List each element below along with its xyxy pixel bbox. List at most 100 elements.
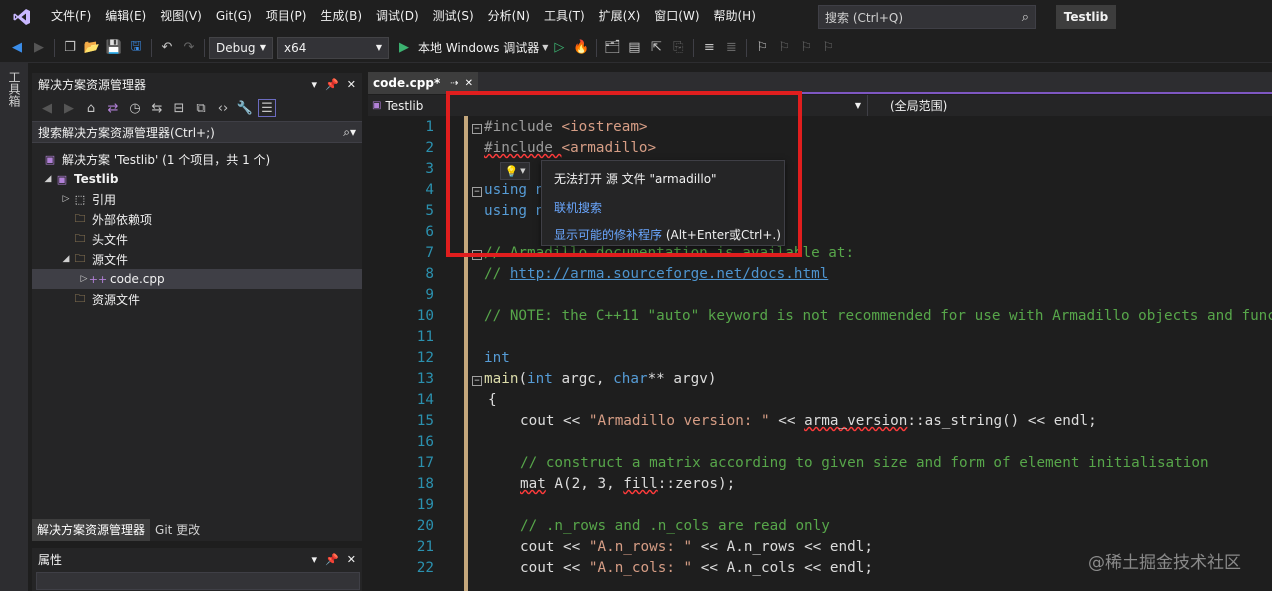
menu-window[interactable]: 窗口(W)	[647, 0, 706, 33]
menu-tools[interactable]: 工具(T)	[537, 0, 592, 33]
close-icon[interactable]: ✕	[347, 78, 356, 91]
undo-icon[interactable]: ↶	[158, 39, 176, 57]
code-line[interactable]: int	[484, 350, 510, 366]
tab-git-changes[interactable]: Git 更改	[150, 519, 205, 541]
tree-solution[interactable]: ▣ 解决方案 'Testlib' (1 个项目，共 1 个)	[32, 149, 362, 169]
preview-selected-icon[interactable]: ☰	[258, 99, 276, 117]
menu-extensions[interactable]: 扩展(X)	[592, 0, 648, 33]
navigate-forward-icon[interactable]: ▶	[30, 39, 48, 57]
code-line[interactable]: main(int argc, char** argv)	[484, 371, 716, 387]
start-without-debugging-icon[interactable]: ▷	[550, 39, 568, 57]
close-tab-icon[interactable]: ✕	[465, 78, 473, 89]
expanded-arrow-icon[interactable]: ◢	[60, 254, 72, 264]
menu-debug[interactable]: 调试(D)	[369, 0, 426, 33]
chevron-down-icon[interactable]: ▼	[542, 43, 548, 52]
view-code-icon[interactable]: ‹›	[214, 99, 232, 117]
chevron-down-icon: ▼	[854, 101, 861, 110]
clear-bookmarks-icon[interactable]: ⚐	[819, 39, 837, 57]
pin-icon[interactable]: 📌	[325, 553, 339, 566]
search-icon: ⌕▾	[343, 124, 356, 139]
window-layout-icon[interactable]: ▤	[625, 39, 643, 57]
global-scope-select[interactable]: (全局范围)	[868, 97, 947, 114]
code-line[interactable]: mat A(2, 3, fill::zeros);	[520, 476, 735, 492]
sync-icon[interactable]: ⇆	[148, 99, 166, 117]
collapsed-arrow-icon[interactable]: ▷	[60, 194, 72, 204]
menu-project[interactable]: 项目(P)	[259, 0, 314, 33]
tree-solution-label: 解决方案 'Testlib' (1 个项目，共 1 个)	[62, 152, 271, 167]
tree-references[interactable]: ▷ ⬚ 引用	[32, 189, 362, 209]
next-bookmark-icon[interactable]: ⚐	[797, 39, 815, 57]
menu-view[interactable]: 视图(V)	[153, 0, 209, 33]
solution-explorer-icon[interactable]: 🗂	[603, 39, 621, 57]
fold-collapse-icon[interactable]: −	[472, 376, 482, 386]
code-line[interactable]: cout << "A.n_cols: " << A.n_cols << endl…	[520, 560, 873, 576]
menu-test[interactable]: 测试(S)	[426, 0, 481, 33]
menu-help[interactable]: 帮助(H)	[707, 0, 763, 33]
expanded-arrow-icon[interactable]: ◢	[42, 174, 54, 184]
code-line[interactable]: // .n_rows and .n_cols are read only	[520, 518, 830, 534]
properties-wrench-icon[interactable]: 🔧	[236, 99, 254, 117]
comment-icon[interactable]: ≡	[700, 39, 718, 57]
code-line[interactable]: // NOTE: the C++11 "auto" keyword is not…	[484, 308, 1272, 324]
tree-header-files[interactable]: 🗀 头文件	[32, 229, 362, 249]
prev-bookmark-icon[interactable]: ⚐	[775, 39, 793, 57]
menu-edit[interactable]: 编辑(E)	[98, 0, 153, 33]
platform-select[interactable]: x64 ▼	[277, 36, 389, 59]
switch-views-icon[interactable]: ⇄	[104, 99, 122, 117]
code-line[interactable]: cout << "Armadillo version: " << arma_ve…	[520, 413, 1097, 429]
bookmark-icon[interactable]: ⚐	[753, 39, 771, 57]
code-line[interactable]: {	[488, 392, 497, 408]
code-line[interactable]: // construct a matrix according to given…	[520, 455, 1209, 471]
tab-solution-explorer[interactable]: 解决方案资源管理器	[32, 519, 151, 541]
tree-source-files-label: 源文件	[92, 252, 129, 267]
tree-code-cpp[interactable]: ▷ ++ code.cpp	[32, 269, 362, 289]
solution-name-badge[interactable]: Testlib	[1056, 5, 1116, 29]
tree-project[interactable]: ◢ ▣ Testlib	[32, 169, 362, 189]
start-debugging-icon[interactable]: ▶	[395, 39, 413, 57]
pin-icon[interactable]: 📌	[325, 78, 339, 91]
visual-studio-logo-icon[interactable]	[0, 0, 44, 33]
tree-source-files[interactable]: ◢ 🗀 源文件	[32, 249, 362, 269]
global-search-input[interactable]: 搜索 (Ctrl+Q) ⌕	[818, 5, 1036, 29]
home-icon[interactable]: ⌂	[82, 99, 100, 117]
toolbox-tab[interactable]: 工具箱	[6, 71, 23, 107]
line-number: 21	[416, 539, 434, 555]
code-line[interactable]: // http://arma.sourceforge.net/docs.html	[484, 266, 828, 282]
pointer-tool-icon[interactable]: ⇱	[647, 39, 665, 57]
save-icon[interactable]: 💾	[105, 39, 123, 57]
window-position-icon[interactable]: ▾	[312, 553, 318, 566]
solution-search-input[interactable]: 搜索解决方案资源管理器(Ctrl+;) ⌕▾	[32, 121, 362, 143]
menu-file[interactable]: 文件(F)	[44, 0, 98, 33]
solution-explorer-toolbar: ◀ ▶ ⌂ ⇄ ◷ ⇆ ⊟ ⧉ ‹› 🔧 ☰	[32, 95, 362, 121]
hot-reload-icon[interactable]: 🔥	[572, 39, 590, 57]
tree-resource-files[interactable]: 🗀 资源文件	[32, 289, 362, 309]
code-line[interactable]: cout << "A.n_rows: " << A.n_rows << endl…	[520, 539, 873, 555]
configuration-select[interactable]: Debug ▼	[209, 36, 273, 59]
menu-build[interactable]: 生成(B)	[313, 0, 369, 33]
start-debugging-button[interactable]: 本地 Windows 调试器	[418, 39, 539, 56]
menu-git[interactable]: Git(G)	[209, 0, 259, 33]
standard-toolbar: ◀ ▶ ❐ 📂 💾 🖫 ↶ ↷ Debug ▼ x64 ▼ ▶ 本地 Windo…	[0, 33, 1272, 63]
pending-changes-filter-icon[interactable]: ◷	[126, 99, 144, 117]
uncomment-icon[interactable]: ≣	[722, 39, 740, 57]
show-all-files-icon[interactable]: ⧉	[192, 99, 210, 117]
tree-external-deps[interactable]: 🗀 外部依赖项	[32, 209, 362, 229]
properties-panel: 属性 ▾ 📌 ✕	[32, 548, 362, 591]
navigate-back-icon[interactable]: ◀	[8, 39, 26, 57]
properties-object-select[interactable]	[36, 572, 360, 590]
menu-analyze[interactable]: 分析(N)	[481, 0, 537, 33]
redo-icon[interactable]: ↷	[180, 39, 198, 57]
properties-title: 属性	[38, 552, 63, 567]
new-project-icon[interactable]: ❐	[61, 39, 79, 57]
open-folder-icon[interactable]: 📂	[83, 39, 101, 57]
collapse-all-icon[interactable]: ⊟	[170, 99, 188, 117]
pin-tab-icon[interactable]: ⇢	[450, 78, 458, 89]
close-icon[interactable]: ✕	[347, 553, 356, 566]
line-number: 16	[416, 434, 434, 450]
save-all-icon[interactable]: 🖫	[127, 39, 145, 57]
project-icon: ▣	[56, 172, 68, 186]
forward-icon[interactable]: ▶	[60, 99, 78, 117]
line-number: 3	[425, 161, 434, 177]
back-icon[interactable]: ◀	[38, 99, 56, 117]
window-position-icon[interactable]: ▾	[312, 78, 318, 91]
